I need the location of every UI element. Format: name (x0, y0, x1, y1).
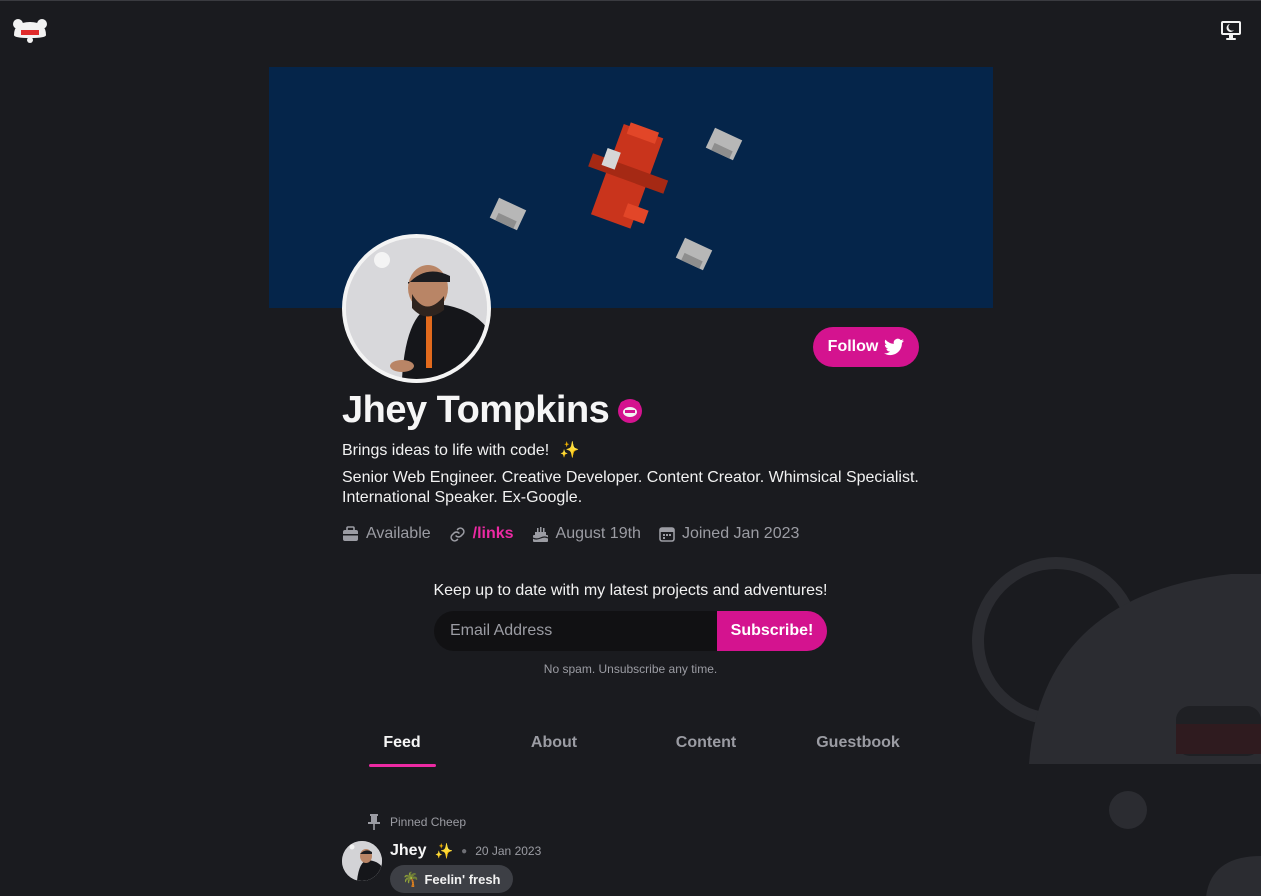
palm-tree-icon: 🌴 (402, 870, 420, 887)
email-input[interactable] (434, 611, 717, 651)
subscribe-button[interactable]: Subscribe! (717, 611, 827, 651)
pinned-label-row: Pinned Cheep (368, 814, 466, 830)
bear-decoration-icon (972, 557, 1261, 896)
mood-label: Feelin' fresh (424, 871, 501, 887)
post-avatar-photo (342, 841, 382, 881)
mood-badge: 🌴 Feelin' fresh (390, 865, 513, 893)
sparkles-icon: ✨ (434, 843, 454, 860)
post-author[interactable]: Jhey (390, 842, 426, 860)
newsletter-note: No spam. Unsubscribe any time. (543, 662, 718, 676)
meta-birthday: August 19th (532, 525, 641, 543)
calendar-icon (659, 527, 675, 542)
profile-tagline: Brings ideas to life with code! (342, 442, 550, 459)
tab-about[interactable]: About (478, 731, 630, 767)
meta-joined: Joined Jan 2023 (659, 525, 799, 543)
avatar-photo (346, 238, 487, 379)
profile-meta: Available /links August 19th Joined Jan … (342, 525, 799, 543)
profile-tabs: Feed About Content Guestbook (326, 731, 934, 767)
separator-dot: ● (461, 845, 468, 857)
meta-link[interactable]: /links (449, 525, 514, 543)
sparkles-icon: ✨ (559, 442, 580, 459)
follow-label: Follow (827, 338, 879, 355)
profile-tagline-row: Brings ideas to life with code! ✨ (342, 440, 580, 460)
post-avatar[interactable] (342, 841, 382, 881)
profile-name-row: Jhey Tompkins (342, 389, 643, 432)
post-header: Jhey ✨ ● 20 Jan 2023 (390, 842, 541, 860)
cake-icon (532, 526, 548, 542)
profile-bio: Senior Web Engineer. Creative Developer.… (342, 469, 919, 506)
theme-toggle-icon[interactable] (1219, 18, 1243, 42)
pin-icon (368, 814, 380, 830)
verified-badge-icon (618, 398, 643, 423)
profile-name: Jhey Tompkins (342, 389, 610, 431)
links-link[interactable]: /links (473, 525, 514, 543)
newsletter-form: Subscribe! (434, 611, 827, 651)
follow-button[interactable]: Follow (813, 327, 919, 367)
tab-feed[interactable]: Feed (326, 731, 478, 767)
newsletter-title: Keep up to date with my latest projects … (433, 582, 828, 599)
tab-content[interactable]: Content (630, 731, 782, 767)
profile-avatar[interactable] (342, 234, 491, 383)
tab-guestbook[interactable]: Guestbook (782, 731, 934, 767)
bear-logo-icon[interactable] (12, 18, 48, 44)
twitter-icon (884, 338, 905, 356)
briefcase-icon (343, 526, 358, 541)
pinned-label: Pinned Cheep (390, 815, 467, 829)
post-date[interactable]: 20 Jan 2023 (475, 844, 541, 858)
meta-availability: Available (342, 525, 431, 543)
link-icon (450, 526, 465, 542)
